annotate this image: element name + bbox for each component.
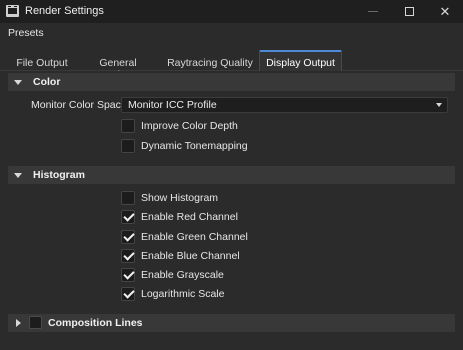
minimize-icon [368,11,378,12]
panel-empty-area [0,333,463,350]
menu-bar: Presets [0,23,463,43]
show-histogram-checkbox[interactable] [121,191,135,205]
logarithmic-scale-label: Logarithmic Scale [141,288,225,300]
maximize-icon [404,7,414,16]
enable-red-channel-checkbox[interactable] [121,210,135,224]
enable-green-channel-checkbox[interactable] [121,230,135,244]
clapperboard-icon [6,5,19,17]
monitor-color-space-value: Monitor ICC Profile [128,99,217,111]
dynamic-tonemapping-label: Dynamic Tonemapping [141,140,248,152]
enable-red-channel-label: Enable Red Channel [141,211,238,223]
dropdown-caret-icon [436,103,442,107]
show-histogram-label: Show Histogram [141,192,219,204]
chevron-down-icon[interactable] [14,80,22,85]
enable-blue-channel-checkbox[interactable] [121,249,135,263]
logarithmic-scale-checkbox[interactable] [121,287,135,301]
tab-display-output[interactable]: Display Output [259,50,342,72]
close-icon: ✕ [439,3,451,19]
enable-grayscale-checkbox[interactable] [121,268,135,282]
minimize-button[interactable] [355,0,391,23]
tab-bar: File Output General Settings Raytracing … [0,43,463,81]
chevron-down-icon[interactable] [14,173,22,178]
tab-general-settings[interactable]: General Settings [80,54,156,81]
tab-file-output[interactable]: File Output [8,54,76,71]
monitor-color-space-dropdown[interactable]: Monitor ICC Profile [121,97,448,113]
close-button[interactable]: ✕ [427,0,463,23]
title-bar: Render Settings ✕ [0,0,463,23]
dynamic-tonemapping-checkbox[interactable] [121,139,135,153]
improve-color-depth-label: Improve Color Depth [141,120,238,132]
maximize-button[interactable] [391,0,427,23]
enable-green-channel-label: Enable Green Channel [141,231,248,243]
settings-panel: Color Monitor Color Space Monitor ICC Pr… [0,71,463,350]
chevron-right-icon[interactable] [16,319,21,327]
section-title-histogram: Histogram [33,169,85,181]
window-title: Render Settings [25,5,104,17]
composition-lines-checkbox[interactable] [29,316,42,329]
section-header-composition-lines[interactable]: Composition Lines [8,314,455,332]
improve-color-depth-checkbox[interactable] [121,119,135,133]
section-title-color: Color [33,76,61,88]
enable-blue-channel-label: Enable Blue Channel [141,250,240,262]
section-header-histogram[interactable]: Histogram [8,166,455,184]
monitor-color-space-label: Monitor Color Space [31,99,127,111]
section-header-color[interactable]: Color [8,73,455,91]
enable-grayscale-label: Enable Grayscale [141,269,224,281]
menu-presets[interactable]: Presets [8,27,44,39]
tab-raytracing-quality[interactable]: Raytracing Quality [166,54,254,71]
section-title-composition-lines: Composition Lines [48,317,143,329]
